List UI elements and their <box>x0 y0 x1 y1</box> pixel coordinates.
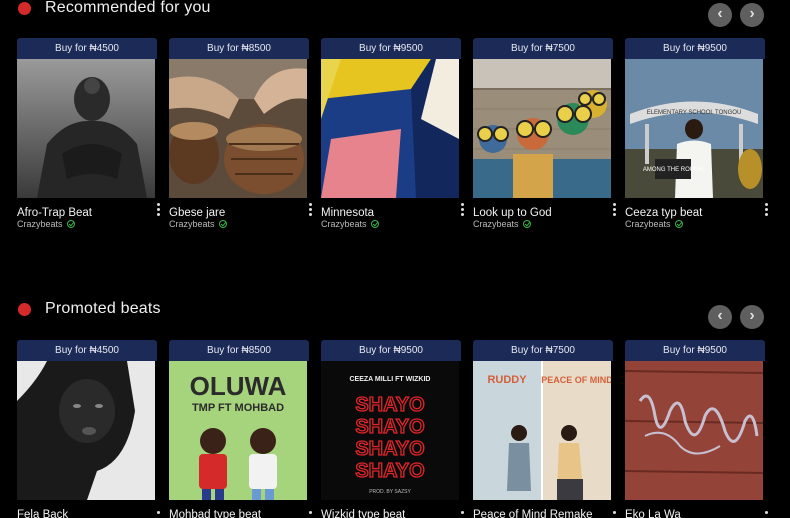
seller-name[interactable]: Crazybeats <box>169 219 215 229</box>
red-dot-icon <box>18 2 31 15</box>
seller-name[interactable]: Crazybeats <box>625 219 671 229</box>
buy-button[interactable]: Buy for ₦7500 <box>473 340 613 361</box>
cover-arch-text: ELEMENTARY SCHOOL TONGOU <box>647 110 742 116</box>
beat-card[interactable]: Buy for ₦9500 CEEZA MILLI FT WIZKID SHAY… <box>321 340 464 518</box>
beat-cover[interactable] <box>321 59 459 198</box>
beat-cover[interactable]: RUDDY PEACE OF MIND <box>473 361 611 500</box>
beat-cover[interactable]: OLUWA TMP FT MOHBAD <box>169 361 307 500</box>
more-options-icon[interactable] <box>765 203 769 218</box>
cover-right-text: PEACE OF MIND <box>541 375 611 385</box>
cover-word-text: SHAYO <box>355 438 424 460</box>
beat-title[interactable]: Gbese jare <box>169 207 225 219</box>
beat-cover[interactable]: ELEMENTARY SCHOOL TONGOU AMONG THE ROUGH <box>625 59 763 198</box>
cover-artist-text: CEEZA MILLI FT WIZKID <box>349 376 430 383</box>
beat-cover[interactable] <box>473 59 611 198</box>
beat-cover[interactable] <box>169 59 307 198</box>
beat-title[interactable]: Wizkid type beat <box>321 509 405 518</box>
cover-producer-text: PROD. BY SAZSY <box>369 489 411 495</box>
carousel-next-button[interactable]: › <box>740 3 764 27</box>
more-options-icon[interactable] <box>461 511 465 516</box>
beat-card[interactable]: Buy for ₦9500 Eko La Wa <box>625 340 768 518</box>
seller-name[interactable]: Crazybeats <box>17 219 63 229</box>
beat-card[interactable]: Buy for ₦8500 OLUWA TMP FT MOHBAD Mohbad… <box>169 340 312 518</box>
buy-button[interactable]: Buy for ₦9500 <box>625 340 765 361</box>
verified-icon <box>218 220 227 228</box>
verified-icon <box>66 220 75 228</box>
more-options-icon[interactable] <box>157 203 161 218</box>
more-options-icon[interactable] <box>157 511 161 516</box>
beat-title[interactable]: Afro-Trap Beat <box>17 207 92 219</box>
beat-title[interactable]: Mohbad type beat <box>169 509 261 518</box>
more-options-icon[interactable] <box>309 511 313 516</box>
cover-left-text: RUDDY <box>487 374 527 386</box>
beat-cover[interactable] <box>625 361 763 500</box>
buy-button[interactable]: Buy for ₦8500 <box>169 38 309 59</box>
more-options-icon[interactable] <box>613 203 617 218</box>
more-options-icon[interactable] <box>309 203 313 218</box>
carousel-next-button[interactable]: › <box>740 305 764 329</box>
verified-icon <box>522 220 531 228</box>
section-title: Promoted beats <box>45 300 161 317</box>
buy-button[interactable]: Buy for ₦4500 <box>17 340 157 361</box>
beat-card[interactable]: Buy for ₦8500 Gbese jare Crazybeats <box>169 38 312 229</box>
carousel-prev-button[interactable]: ‹ <box>708 305 732 329</box>
beat-card[interactable]: Buy for ₦9500 ELEMENTARY SCHOOL TONGOU A… <box>625 38 768 229</box>
buy-button[interactable]: Buy for ₦8500 <box>169 340 309 361</box>
beat-card[interactable]: Buy for ₦4500 Afro-Trap Beat Crazybeats <box>17 38 160 229</box>
beat-cover[interactable] <box>17 361 155 500</box>
beat-card[interactable]: Buy for ₦9500 Minnesota Crazybeats <box>321 38 464 229</box>
buy-button[interactable]: Buy for ₦7500 <box>473 38 613 59</box>
recommended-section: Recommended for you ‹ › Buy for ₦4500 Af… <box>0 0 790 229</box>
recommended-carousel: Buy for ₦4500 Afro-Trap Beat Crazybeats … <box>0 38 790 238</box>
cover-word-text: SHAYO <box>355 460 424 482</box>
beat-cover[interactable] <box>17 59 155 198</box>
verified-icon <box>674 220 683 228</box>
buy-button[interactable]: Buy for ₦9500 <box>321 340 461 361</box>
beat-title[interactable]: Peace of Mind Remake <box>473 509 593 518</box>
promoted-carousel: Buy for ₦4500 Fela Back Buy for ₦8500 OL… <box>0 340 790 518</box>
beat-card[interactable]: Buy for ₦4500 Fela Back <box>17 340 160 518</box>
red-dot-icon <box>18 303 31 316</box>
cover-sign-text: AMONG THE ROUGH <box>643 167 703 173</box>
more-options-icon[interactable] <box>765 511 769 516</box>
buy-button[interactable]: Buy for ₦9500 <box>321 38 461 59</box>
beat-title[interactable]: Fela Back <box>17 509 68 518</box>
seller-name[interactable]: Crazybeats <box>321 219 367 229</box>
section-header: Recommended for you ‹ › <box>0 0 790 27</box>
section-title: Recommended for you <box>45 0 211 16</box>
beat-cover[interactable]: CEEZA MILLI FT WIZKID SHAYO SHAYO SHAYO … <box>321 361 459 500</box>
beat-card[interactable]: Buy for ₦7500 Look up to God Crazybeats <box>473 38 616 229</box>
cover-title-text: OLUWA <box>190 371 287 401</box>
beat-title[interactable]: Look up to God <box>473 207 552 219</box>
promoted-section: Promoted beats ‹ › Buy for ₦4500 Fela Ba… <box>0 298 790 518</box>
cover-word-text: SHAYO <box>355 416 424 438</box>
cover-word-text: SHAYO <box>355 394 424 416</box>
beat-title[interactable]: Eko La Wa <box>625 509 681 518</box>
beat-title[interactable]: Minnesota <box>321 207 374 219</box>
buy-button[interactable]: Buy for ₦4500 <box>17 38 157 59</box>
beat-card[interactable]: Buy for ₦7500 RUDDY PEACE OF MIND Peace … <box>473 340 616 518</box>
carousel-prev-button[interactable]: ‹ <box>708 3 732 27</box>
more-options-icon[interactable] <box>613 511 617 516</box>
section-header: Promoted beats ‹ › <box>0 298 790 329</box>
verified-icon <box>370 220 379 228</box>
cover-subtitle-text: TMP FT MOHBAD <box>192 402 284 414</box>
seller-name[interactable]: Crazybeats <box>473 219 519 229</box>
more-options-icon[interactable] <box>461 203 465 218</box>
beat-title[interactable]: Ceeza typ beat <box>625 207 702 219</box>
buy-button[interactable]: Buy for ₦9500 <box>625 38 765 59</box>
